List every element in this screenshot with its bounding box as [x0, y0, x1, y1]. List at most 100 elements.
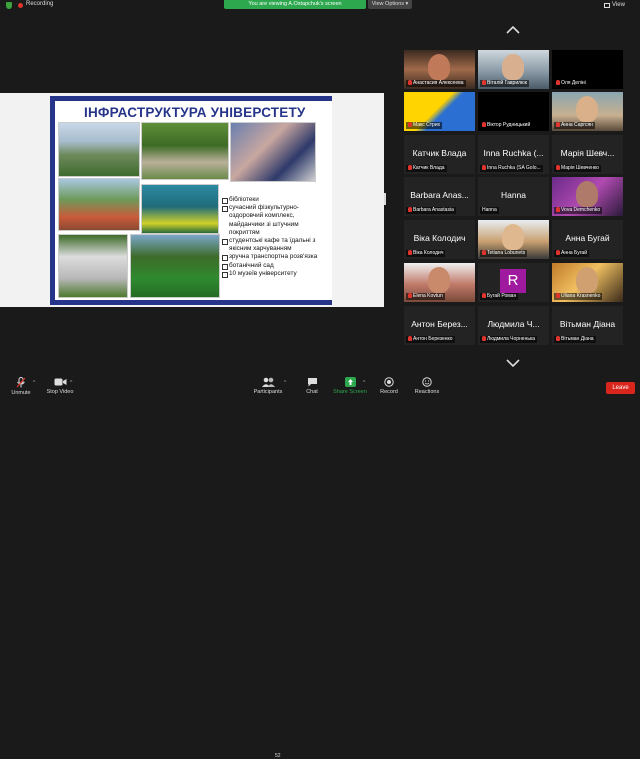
participant-video [428, 267, 450, 293]
chevron-down-icon[interactable] [506, 359, 520, 367]
running-track-photo [58, 178, 140, 231]
bullet-item: 10 музеїв університету [222, 270, 330, 279]
participant-name: Антон Березенко [406, 336, 455, 343]
participant-tile[interactable]: Віка Колодич Віка Колодич [404, 220, 475, 259]
participant-video [576, 181, 598, 207]
stadium-field-photo [130, 234, 220, 298]
sports-hall-photo [141, 184, 219, 234]
participant-tile[interactable]: Марія Шевч... Марія Шевченко [552, 135, 623, 174]
stop-video-button[interactable]: Stop Video [44, 374, 76, 400]
participant-video [502, 224, 524, 250]
participant-tile[interactable]: Анна Саргсян [552, 92, 623, 131]
participant-tile[interactable]: Анастасия Алексеева [404, 50, 475, 89]
participants-options-caret-icon[interactable]: ^ [284, 380, 286, 386]
participants-button[interactable]: Participants [250, 374, 286, 400]
chat-button[interactable]: Chat [300, 374, 324, 400]
participant-tile[interactable]: Вітьман Діана Вітьман Діана [552, 306, 623, 345]
record-label: Record [380, 389, 398, 395]
participant-tile[interactable]: Tetiana Lobunets [478, 220, 549, 259]
participant-tile[interactable]: Віктор Рудницький [478, 92, 549, 131]
participant-name: Tetiana Lobunets [480, 250, 528, 257]
slide-title: ІНФРАСТРУКТУРА УНІВЕРСТЕТУ [84, 105, 306, 120]
share-screen-button[interactable]: Share Screen [330, 374, 370, 400]
participant-display-name: Barbara Anas... [410, 190, 469, 200]
slide-bottom-border [50, 300, 332, 305]
mic-muted-icon [408, 207, 412, 212]
mic-muted-icon [408, 165, 412, 170]
unmute-button[interactable]: Unmute [6, 374, 36, 400]
participant-tile[interactable]: Антон Берез... Антон Березенко [404, 306, 475, 345]
mic-muted-icon [556, 80, 560, 85]
participant-tile[interactable]: Катчик Влада Катчик Влада [404, 135, 475, 174]
library-students-photo [230, 122, 316, 182]
bullet-item: бібліотеки [222, 196, 330, 205]
participant-name: Анастасия Алексеева [406, 80, 466, 87]
participant-name: Анна Бугай [554, 250, 589, 257]
participant-name: Віктор Рудницький [480, 122, 533, 129]
participant-name: Оля Делінi [554, 80, 588, 87]
participant-display-name: Антон Берез... [411, 319, 468, 329]
view-button[interactable]: View [612, 2, 625, 8]
participant-tile[interactable]: Hanna Hanna [478, 177, 549, 216]
mic-muted-icon [482, 80, 486, 85]
participant-tile[interactable]: Макс Стрих [404, 92, 475, 131]
participant-name: Hanna [480, 207, 499, 214]
record-icon [384, 377, 394, 387]
participant-tile[interactable]: Анна Бугай Анна Бугай [552, 220, 623, 259]
recording-label: Recording [26, 1, 54, 7]
participant-video [502, 54, 524, 80]
smiley-reaction-icon [422, 377, 432, 387]
panel-resize-handle[interactable] [384, 193, 386, 205]
participant-tile[interactable]: R Бугай Роман [478, 263, 549, 302]
participant-tile[interactable]: Inna Ruchka (... Inna Ruchka (SA Golo... [478, 135, 549, 174]
participant-name: Бугай Роман [480, 293, 519, 300]
participant-name: Анна Саргсян [554, 122, 595, 129]
participant-display-name: Катчик Влада [412, 148, 467, 158]
meeting-toolbar: Unmute ^ Stop Video ^ Participants 52 ^ … [0, 374, 640, 759]
audio-options-caret-icon[interactable]: ^ [33, 380, 35, 386]
participant-name: Barbara Anastasia [406, 207, 456, 214]
participant-name: Людмила Чорненька [480, 336, 538, 343]
bullet-item: ботанічний сад [222, 262, 330, 270]
participant-tile[interactable]: Vova Demchenko [552, 177, 623, 216]
participant-display-name: Inna Ruchka (... [483, 148, 544, 158]
participant-video [576, 267, 598, 293]
security-shield-icon[interactable] [6, 2, 12, 9]
mic-muted-icon [482, 336, 486, 341]
reactions-label: Reactions [414, 389, 440, 395]
participant-tile[interactable]: Оля Делінi [552, 50, 623, 89]
reactions-button[interactable]: Reactions [412, 374, 442, 400]
mic-muted-icon [556, 293, 560, 298]
botanical-garden-photo [141, 122, 229, 180]
share-screen-label: Share Screen [333, 389, 367, 395]
participant-tile[interactable]: Людмила Ч... Людмила Чорненька [478, 306, 549, 345]
mic-muted-icon [556, 207, 560, 212]
stop-video-label: Stop Video [46, 389, 74, 395]
museum-building-photo [58, 234, 128, 298]
mic-muted-icon [482, 122, 486, 127]
chat-bubble-icon [307, 378, 317, 387]
participant-tile[interactable]: Barbara Anas... Barbara Anastasia [404, 177, 475, 216]
mic-muted-icon [556, 122, 560, 127]
share-options-caret-icon[interactable]: ^ [363, 380, 365, 386]
mic-muted-icon [408, 293, 412, 298]
leave-meeting-button[interactable]: Leave [606, 382, 635, 394]
view-options-button[interactable]: View Options ▾ [368, 0, 412, 9]
viewing-screen-banner: You are viewing A.Ostapchuk's screen [224, 0, 366, 9]
participants-count: 52 [275, 753, 281, 759]
participant-tile[interactable]: Віталій Гаврилюк [478, 50, 549, 89]
participant-tile[interactable]: Uliana Krasnenko [552, 263, 623, 302]
grid-view-icon[interactable] [604, 3, 610, 8]
recording-dot-icon [18, 3, 23, 8]
chevron-up-icon[interactable] [506, 26, 520, 34]
participant-name: Макс Стрих [406, 122, 443, 129]
mic-muted-icon [408, 122, 412, 127]
participant-tile[interactable]: Elena Kovtun [404, 263, 475, 302]
record-button[interactable]: Record [376, 374, 402, 400]
video-options-caret-icon[interactable]: ^ [70, 380, 72, 386]
share-screen-icon [344, 377, 356, 387]
participant-display-name: Людмила Ч... [487, 319, 540, 329]
participants-label: Participants [253, 389, 283, 395]
mic-muted-icon [408, 80, 412, 85]
mic-muted-icon [482, 293, 486, 298]
